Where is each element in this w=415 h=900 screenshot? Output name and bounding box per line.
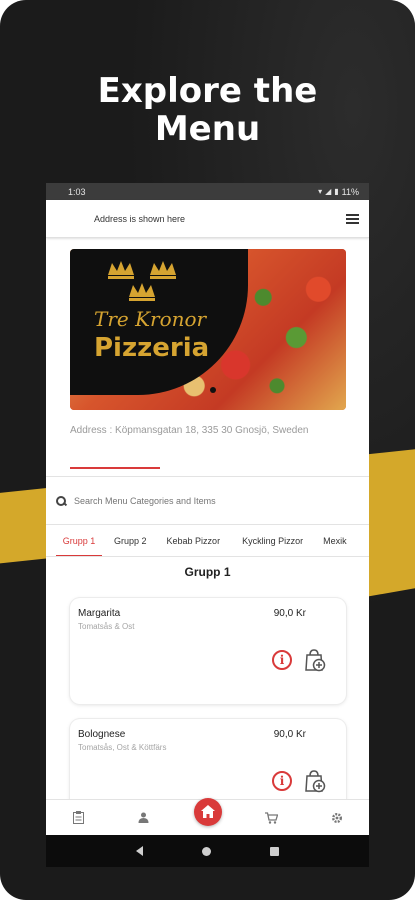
three-crowns-icon: [108, 261, 176, 301]
category-tabs: Grupp 1 Grupp 2 Kebab Pizzor Kyckling Pi…: [46, 525, 369, 557]
item-description: Tomatsås & Ost: [78, 622, 135, 631]
item-name: Bolognese: [78, 729, 126, 740]
divider: [46, 476, 369, 477]
restaurant-address: Address : Köpmansgatan 18, 335 30 Gnosjö…: [70, 425, 309, 436]
status-time: 1:03: [68, 186, 86, 197]
promo-screen: Explore the Menu 1:03 ▾ ◢ ▮ 11% Address …: [0, 0, 415, 900]
address-underline: [70, 467, 160, 469]
cart-icon[interactable]: [257, 803, 287, 833]
home-button[interactable]: [193, 797, 222, 826]
tab-kyckling-pizzor[interactable]: Kyckling Pizzor: [242, 525, 303, 556]
restaurant-banner: Tre Kronor Pizzeria: [70, 249, 346, 410]
headline-line-1: Explore the: [97, 71, 318, 111]
item-price: 90,0 Kr: [273, 729, 306, 740]
menu-item-card[interactable]: Margarita Tomatsås & Ost 90,0 Kr i: [70, 598, 346, 704]
recents-icon[interactable]: [270, 846, 280, 856]
app-bar: Address is shown here: [46, 200, 369, 238]
signal-icon: ◢: [325, 187, 332, 196]
info-icon[interactable]: i: [272, 771, 292, 791]
add-to-bag-icon[interactable]: [304, 769, 326, 793]
item-name: Margarita: [78, 608, 121, 619]
group-title: Grupp 1: [184, 565, 231, 579]
tab-grupp-2[interactable]: Grupp 2: [114, 525, 147, 556]
info-icon[interactable]: i: [272, 650, 292, 670]
status-bar: 1:03 ▾ ◢ ▮ 11%: [46, 183, 369, 200]
carousel-dot: [210, 387, 216, 393]
wifi-icon: ▾: [318, 187, 323, 196]
add-to-bag-icon[interactable]: [304, 648, 326, 672]
gold-ribbon-right: [365, 492, 415, 598]
tab-kebab-pizzor[interactable]: Kebab Pizzor: [167, 525, 221, 556]
item-price: 90,0 Kr: [273, 608, 306, 619]
battery-icon: ▮: [334, 187, 339, 196]
address-header[interactable]: Address is shown here: [94, 214, 185, 224]
bottom-navigation: [46, 797, 369, 835]
home-icon: [200, 805, 215, 818]
search-input[interactable]: [74, 496, 334, 506]
promo-headline: Explore the Menu: [0, 72, 415, 148]
brand-name-script: Tre Kronor: [94, 307, 207, 331]
headline-line-2: Menu: [154, 109, 261, 149]
battery-level: 11%: [341, 186, 359, 197]
phone-screen: 1:03 ▾ ◢ ▮ 11% Address is shown here Tre…: [46, 183, 369, 867]
user-icon[interactable]: [129, 803, 159, 833]
clipboard-icon[interactable]: [64, 803, 94, 833]
hamburger-icon[interactable]: [346, 213, 359, 224]
search-bar[interactable]: [46, 486, 369, 516]
back-icon[interactable]: [135, 846, 143, 856]
tab-mexik[interactable]: Mexik: [323, 525, 347, 556]
tab-grupp-1[interactable]: Grupp 1: [56, 525, 102, 556]
search-icon: [56, 496, 66, 506]
item-description: Tomatsås, Ost & Köttfärs: [78, 743, 167, 752]
settings-icon[interactable]: [322, 803, 352, 833]
system-navigation-bar: [46, 835, 369, 867]
brand-name: Pizzeria: [94, 333, 210, 363]
home-circle-icon[interactable]: [201, 846, 211, 856]
